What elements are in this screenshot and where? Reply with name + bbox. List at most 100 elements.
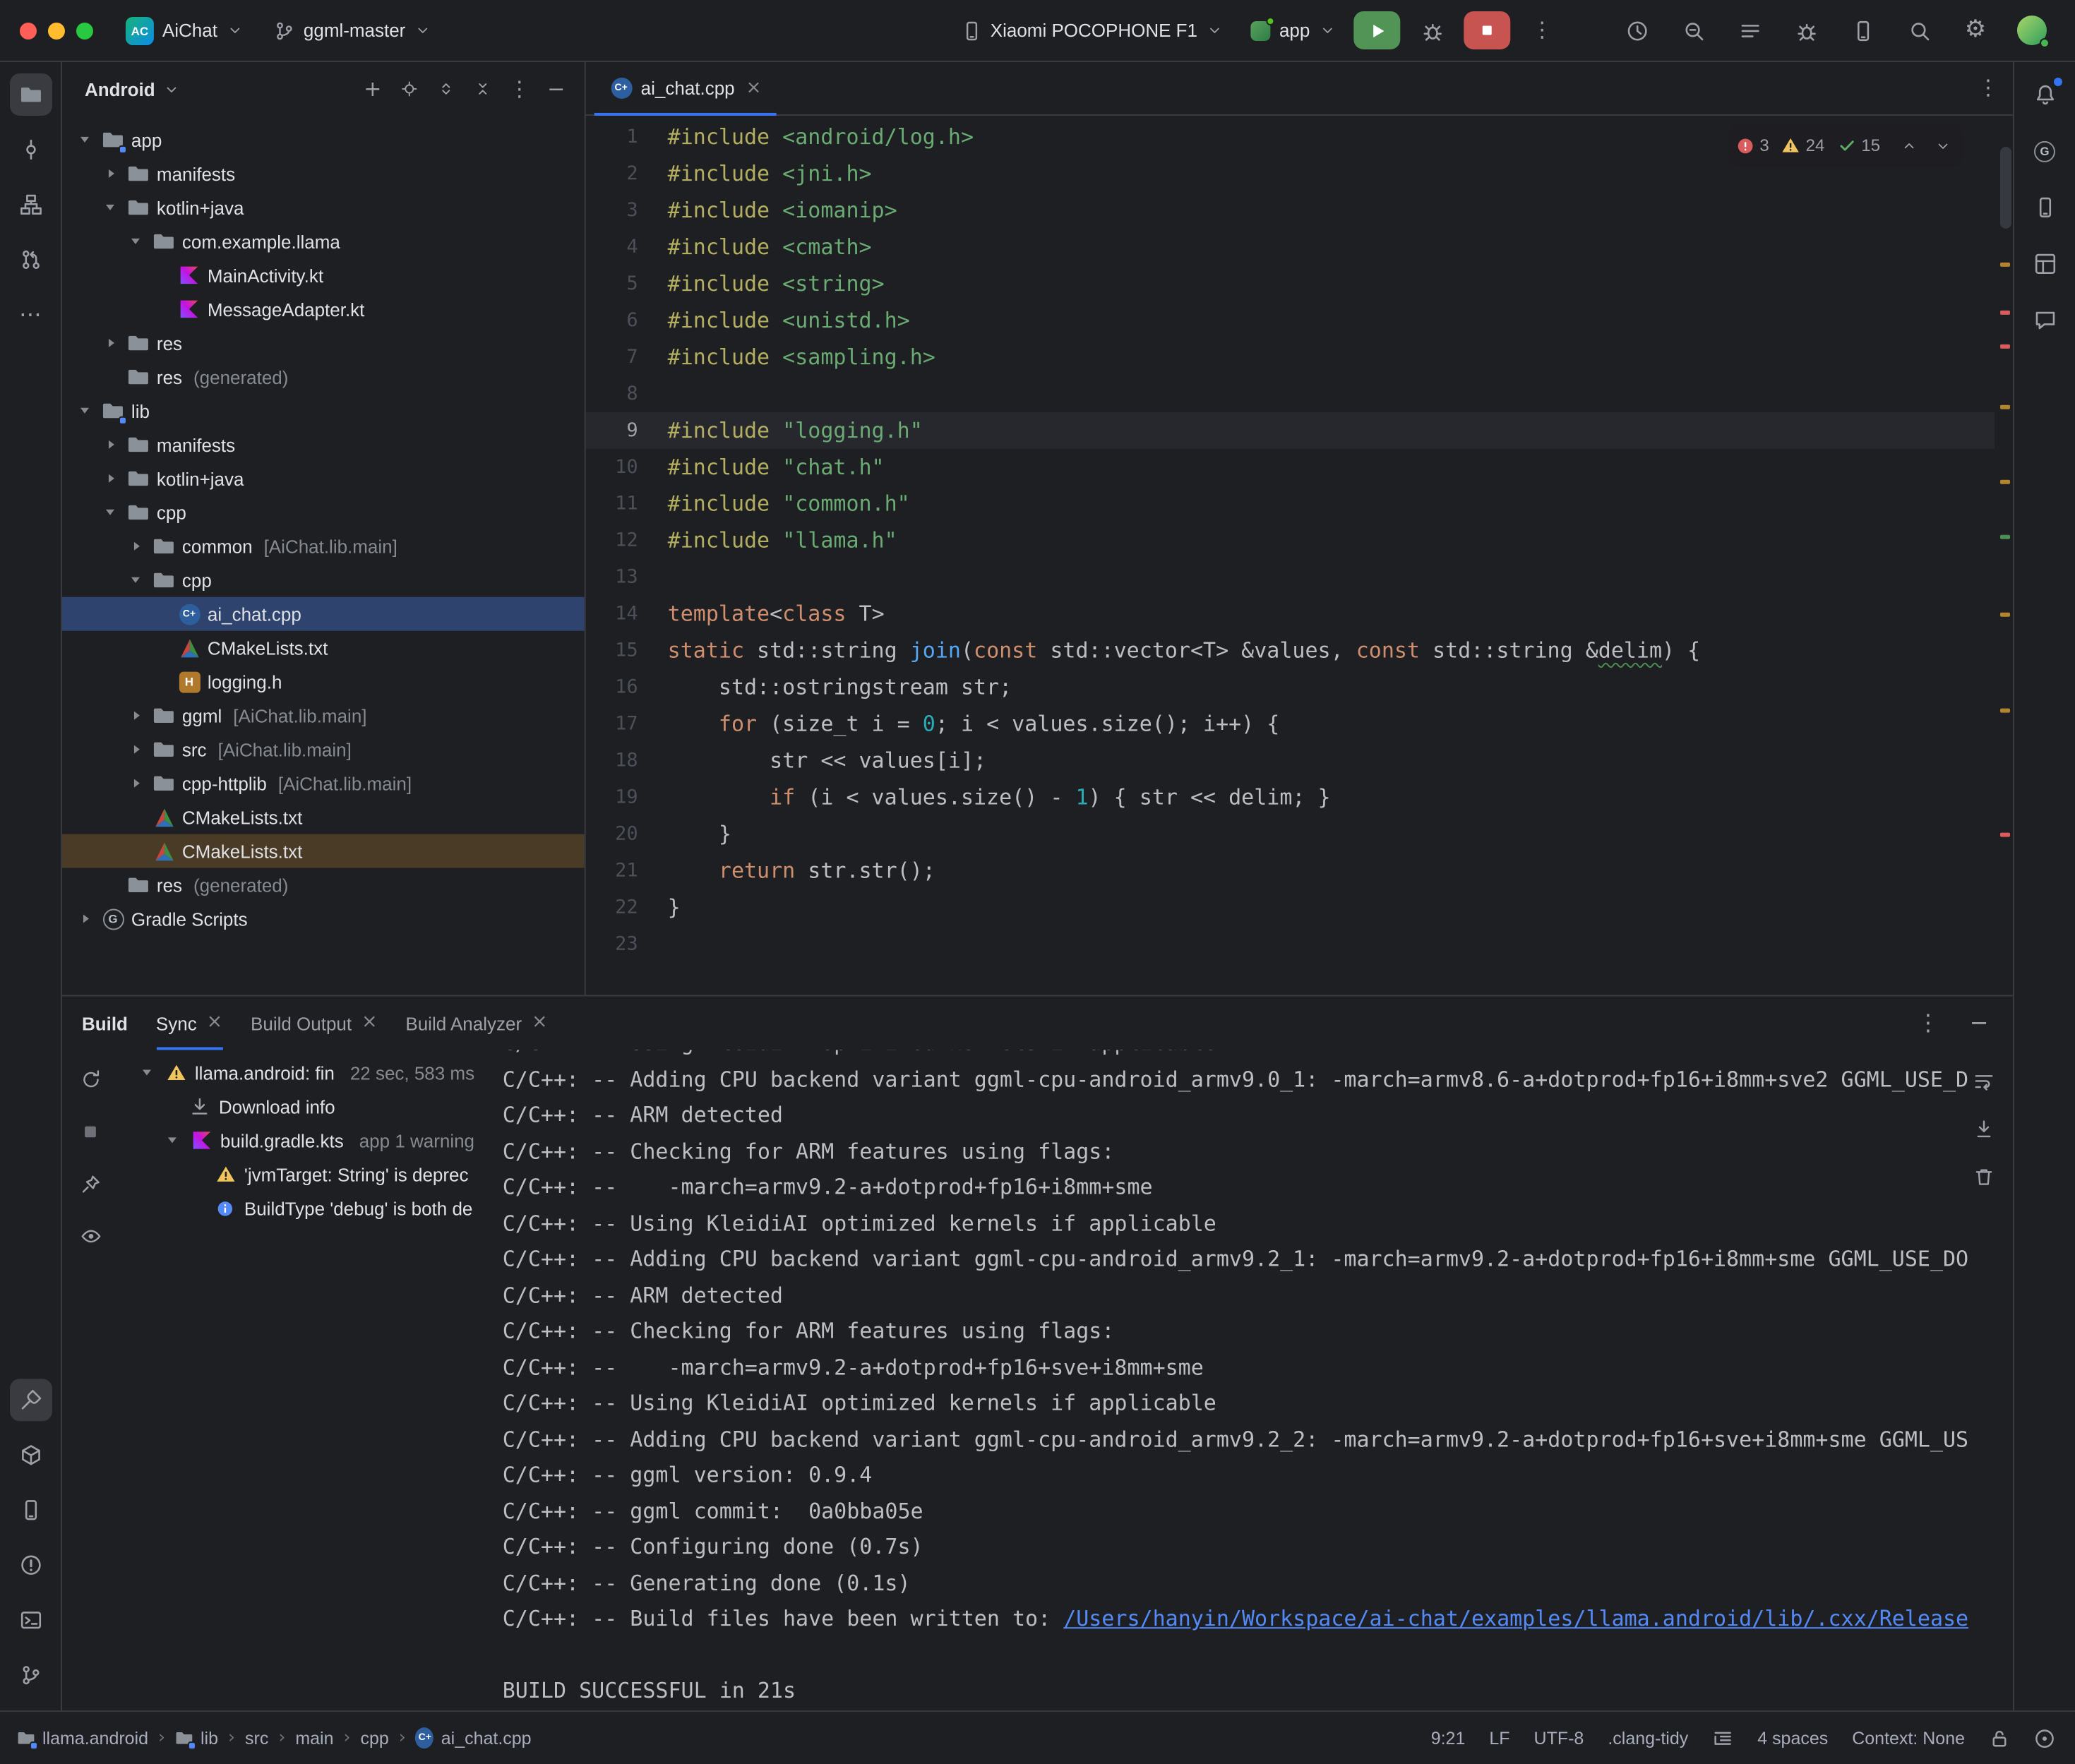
search-everywhere-button[interactable] bbox=[1896, 11, 1942, 49]
code-line-18[interactable]: 18 str << values[i]; bbox=[586, 743, 1995, 779]
tree-row-cpp[interactable]: cpp bbox=[62, 496, 585, 529]
hide-panel-button[interactable]: − bbox=[539, 72, 573, 106]
add-button[interactable]: + bbox=[356, 72, 390, 106]
app-inspection-button[interactable] bbox=[1670, 11, 1716, 49]
tree-row-mainactivity-kt[interactable]: MainActivity.kt bbox=[62, 258, 585, 292]
code-line-16[interactable]: 16 std::ostringstream str; bbox=[586, 669, 1995, 706]
device-selector[interactable]: Xiaomi POCOPHONE F1 bbox=[951, 14, 1233, 47]
pull-requests-tool-button[interactable] bbox=[9, 239, 52, 281]
more-tools-button[interactable]: ⋯ bbox=[9, 294, 52, 336]
close-tab-icon[interactable]: × bbox=[361, 1014, 377, 1033]
tree-row-cmakelists-txt[interactable]: CMakeLists.txt bbox=[62, 800, 585, 834]
code-line-6[interactable]: 6#include <unistd.h> bbox=[586, 302, 1995, 339]
tree-right-arrow-icon[interactable] bbox=[127, 774, 145, 793]
tree-down-arrow-icon[interactable] bbox=[76, 402, 95, 420]
run-context[interactable]: Context: None bbox=[1852, 1728, 1965, 1748]
tree-down-arrow-icon[interactable] bbox=[138, 1063, 157, 1081]
tree-down-arrow-icon[interactable] bbox=[76, 131, 95, 149]
console-line-1[interactable]: C/C++: -- Using KleidiAI optimized kerne… bbox=[503, 1050, 2013, 1062]
tree-row-res[interactable]: res bbox=[62, 326, 585, 360]
console-line-12[interactable]: C/C++: -- Adding CPU backend variant ggm… bbox=[503, 1422, 2013, 1458]
tree-right-arrow-icon[interactable] bbox=[76, 910, 95, 928]
stop-sync-button[interactable] bbox=[72, 1113, 109, 1150]
caret-position[interactable]: 9:21 bbox=[1431, 1728, 1466, 1748]
tree-row-common[interactable]: common[AiChat.lib.main] bbox=[62, 529, 585, 563]
commit-tool-button[interactable] bbox=[9, 128, 52, 171]
build-tool-button[interactable] bbox=[9, 1379, 52, 1421]
build-tab-sync[interactable]: Sync× bbox=[156, 997, 222, 1050]
build-options-button[interactable]: ⋮ bbox=[1911, 1007, 1945, 1040]
tree-row-cpp[interactable]: cpp bbox=[62, 563, 585, 597]
code-line-7[interactable]: 7#include <sampling.h> bbox=[586, 339, 1995, 376]
breadcrumb-ai-chat-cpp[interactable]: C+ai_chat.cpp bbox=[416, 1728, 532, 1748]
tree-down-arrow-icon[interactable] bbox=[127, 571, 145, 589]
code-line-3[interactable]: 3#include <iomanip> bbox=[586, 192, 1995, 229]
indent-size[interactable]: 4 spaces bbox=[1757, 1728, 1828, 1748]
code-line-22[interactable]: 22} bbox=[586, 889, 1995, 926]
build-tree-row-buildtype-debug-is-both-de[interactable]: BuildType 'debug' is both de bbox=[119, 1191, 503, 1225]
tree-right-arrow-icon[interactable] bbox=[127, 740, 145, 759]
console-line-8[interactable]: C/C++: -- ARM detected bbox=[503, 1278, 2013, 1314]
locate-file-button[interactable] bbox=[393, 72, 426, 106]
console-line-17[interactable]: C/C++: -- Build files have been written … bbox=[503, 1602, 2013, 1638]
console-line-2[interactable]: C/C++: -- Adding CPU backend variant ggm… bbox=[503, 1062, 2013, 1098]
code-line-11[interactable]: 11#include "common.h" bbox=[586, 486, 1995, 522]
terminal-tool-button[interactable] bbox=[9, 1599, 52, 1641]
project-widget[interactable]: AC AiChat bbox=[116, 11, 253, 50]
debug-button[interactable] bbox=[1409, 11, 1455, 49]
clear-all-button[interactable] bbox=[1966, 1160, 2000, 1194]
breadcrumb-main[interactable]: main bbox=[295, 1728, 333, 1748]
console-line-14[interactable]: C/C++: -- ggml commit: 0a0bba05e bbox=[503, 1494, 2013, 1530]
minimize-window-button[interactable] bbox=[48, 22, 65, 39]
tree-row-messageadapter-kt[interactable]: MessageAdapter.kt bbox=[62, 292, 585, 326]
device-manager-tool-button[interactable] bbox=[2023, 186, 2066, 229]
close-tab-icon[interactable]: × bbox=[532, 1014, 547, 1033]
tree-down-arrow-icon[interactable] bbox=[164, 1131, 182, 1149]
breadcrumb-cpp[interactable]: cpp bbox=[360, 1728, 388, 1748]
run-button[interactable] bbox=[1353, 11, 1400, 49]
code-line-10[interactable]: 10#include "chat.h" bbox=[586, 449, 1995, 486]
device-explorer-tool-button[interactable] bbox=[9, 1489, 52, 1531]
console-line-6[interactable]: C/C++: -- Using KleidiAI optimized kerne… bbox=[503, 1206, 2013, 1242]
tree-row-com-example-llama[interactable]: com.example.llama bbox=[62, 224, 585, 258]
tree-row-kotlin-java[interactable]: kotlin+java bbox=[62, 191, 585, 224]
indent-options-icon[interactable] bbox=[1712, 1727, 1733, 1748]
code-line-19[interactable]: 19 if (i < values.size() - 1) { str << d… bbox=[586, 779, 1995, 816]
device-mirror-button[interactable] bbox=[1839, 11, 1886, 49]
build-tree-row-build-gradle-kts[interactable]: build.gradle.ktsapp 1 warning bbox=[119, 1123, 503, 1157]
attach-debugger-button[interactable] bbox=[1783, 11, 1829, 49]
assistant-tool-button[interactable] bbox=[2023, 299, 2066, 342]
tree-right-arrow-icon[interactable] bbox=[102, 436, 120, 454]
tree-right-arrow-icon[interactable] bbox=[102, 469, 120, 488]
editor-tab-ai-chat-cpp[interactable]: C+ ai_chat.cpp × bbox=[594, 62, 777, 114]
inspections-widget[interactable]: 32415 bbox=[1728, 124, 1962, 167]
readonly-toggle[interactable] bbox=[1989, 1727, 2010, 1748]
code-line-9[interactable]: 9#include "logging.h" bbox=[586, 412, 1995, 449]
console-line-19[interactable]: BUILD SUCCESSFUL in 21s bbox=[503, 1674, 2013, 1710]
console-line-11[interactable]: C/C++: -- Using KleidiAI optimized kerne… bbox=[503, 1386, 2013, 1422]
inspection-error-badge[interactable]: 3 bbox=[1735, 127, 1769, 164]
editor-scrollbar[interactable] bbox=[2000, 147, 2011, 229]
code-line-13[interactable]: 13 bbox=[586, 559, 1995, 596]
tree-right-arrow-icon[interactable] bbox=[102, 334, 120, 352]
close-window-button[interactable] bbox=[20, 22, 37, 39]
more-actions-button[interactable]: ⋮ bbox=[1519, 11, 1565, 49]
code-line-12[interactable]: 12#include "llama.h" bbox=[586, 522, 1995, 559]
console-line-16[interactable]: C/C++: -- Generating done (0.1s) bbox=[503, 1566, 2013, 1602]
console-line-9[interactable]: C/C++: -- Checking for ARM features usin… bbox=[503, 1314, 2013, 1350]
console-line-3[interactable]: C/C++: -- ARM detected bbox=[503, 1098, 2013, 1134]
problems-tool-button[interactable] bbox=[9, 1544, 52, 1586]
more-options-button[interactable]: ⋮ bbox=[503, 72, 537, 106]
version-control-tool-button[interactable] bbox=[9, 1654, 52, 1696]
tree-down-arrow-icon[interactable] bbox=[127, 232, 145, 251]
zoom-window-button[interactable] bbox=[76, 22, 93, 39]
scroll-to-end-button[interactable] bbox=[1966, 1112, 2000, 1146]
gradle-tool-button[interactable]: G bbox=[2023, 130, 2066, 172]
build-tab-build-output[interactable]: Build Output× bbox=[251, 997, 377, 1050]
code-line-4[interactable]: 4#include <cmath> bbox=[586, 229, 1995, 265]
tree-row-manifests[interactable]: manifests bbox=[62, 428, 585, 462]
code-line-23[interactable]: 23 bbox=[586, 926, 1995, 963]
logcat-button[interactable] bbox=[1726, 11, 1773, 49]
tree-row-logging-h[interactable]: Hlogging.h bbox=[62, 665, 585, 699]
tree-row-ggml[interactable]: ggml[AiChat.lib.main] bbox=[62, 699, 585, 733]
